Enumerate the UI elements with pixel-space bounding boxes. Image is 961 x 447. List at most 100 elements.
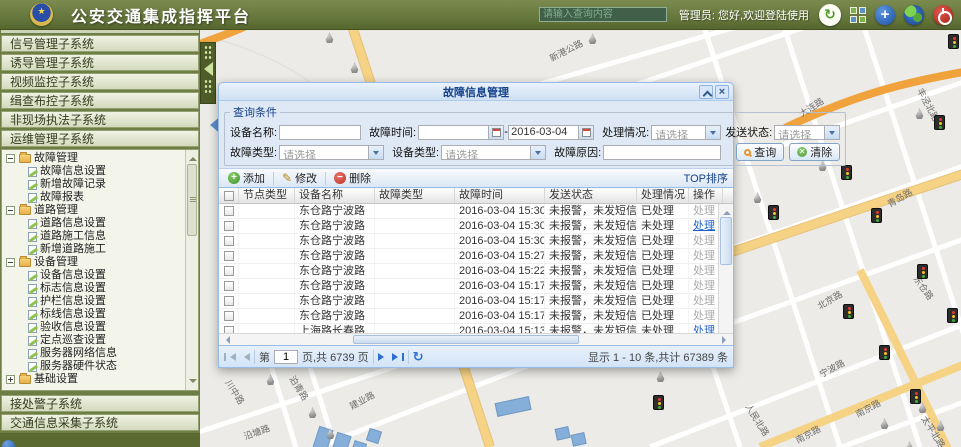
tree-leaf[interactable]: 服务器硬件状态 (2, 360, 184, 373)
traffic-signal-icon[interactable] (879, 345, 890, 360)
device-name-input[interactable] (279, 125, 361, 140)
prev-page-button[interactable] (240, 353, 250, 361)
sidebar-item-4[interactable]: 非现场执法子系统 (1, 111, 199, 128)
chevron-down-icon[interactable] (530, 146, 545, 159)
scroll-left-icon[interactable] (222, 336, 230, 344)
traffic-signal-icon[interactable] (934, 115, 945, 130)
grid-vertical-scrollbar[interactable] (718, 204, 733, 345)
table-row[interactable]: 东仓路宁波路2016-03-04 15:17:01未报警，未发短信已处理处理 (219, 279, 733, 294)
next-page-button[interactable] (378, 353, 388, 361)
tree-leaf[interactable]: 道路信息设置 (2, 217, 184, 230)
table-row[interactable]: 东仓路宁波路2016-03-04 15:17:01未报警，未发短信已处理处理 (219, 309, 733, 324)
vscroll-thumb[interactable] (720, 217, 732, 265)
handle-action-link[interactable]: 处理 (693, 220, 715, 232)
handle-action-link[interactable]: 处理 (693, 325, 715, 333)
fault-time-to-field[interactable] (508, 125, 594, 140)
sidebar-item-1[interactable]: 诱导管理子系统 (1, 54, 199, 71)
tree-leaf[interactable]: 道路施工信息 (2, 230, 184, 243)
traffic-signal-icon[interactable] (917, 264, 928, 279)
refresh-icon[interactable]: ↻ (413, 350, 424, 363)
table-row[interactable]: 东仓路宁波路2016-03-04 15:30:00未报警，未发短信未处理处理 (219, 219, 733, 234)
modify-button[interactable]: ✎ 修改 (278, 169, 321, 187)
table-row[interactable]: 东仓路宁波路2016-03-04 15:17:01未报警，未发短信已处理处理 (219, 294, 733, 309)
chevron-down-icon[interactable] (824, 126, 839, 139)
tree-scroll-thumb[interactable] (187, 164, 197, 236)
tree-leaf[interactable]: 设备信息设置 (2, 269, 184, 282)
traffic-signal-icon[interactable] (768, 205, 779, 220)
column-header-4[interactable]: 发送状态 (545, 188, 637, 203)
collapse-toggle-icon[interactable] (6, 206, 15, 215)
row-checkbox[interactable] (224, 326, 234, 333)
search-button[interactable]: 查询 (736, 143, 784, 161)
hscroll-thumb[interactable] (353, 335, 579, 344)
row-checkbox[interactable] (224, 206, 234, 216)
first-page-button[interactable] (224, 353, 236, 361)
tree-leaf[interactable]: 定点巡查设置 (2, 334, 184, 347)
traffic-signal-icon[interactable] (841, 165, 852, 180)
tree-folder[interactable]: 故障管理 (2, 152, 184, 165)
tree-leaf[interactable]: 护栏信息设置 (2, 295, 184, 308)
column-header-1[interactable]: 设备名称 (295, 188, 375, 203)
sidebar-bottom-item-1[interactable]: 交通信息采集子系统 (1, 414, 199, 431)
scroll-up-icon[interactable] (189, 153, 197, 161)
tree-leaf[interactable]: 新增故障记录 (2, 178, 184, 191)
global-search-input[interactable] (539, 7, 667, 22)
scroll-right-icon[interactable] (722, 336, 730, 344)
handle-status-select[interactable]: 请选择 (651, 125, 721, 140)
tree-leaf[interactable]: 故障信息设置 (2, 165, 184, 178)
sidebar-collapse-handle[interactable] (200, 42, 216, 104)
column-header-0[interactable]: 节点类型 (239, 188, 295, 203)
sidebar-item-0[interactable]: 信号管理子系统 (1, 35, 199, 52)
clear-button[interactable]: ✕ 清除 (789, 143, 840, 161)
chevron-down-icon[interactable] (705, 126, 720, 139)
top-sort-link[interactable]: TOP排序 (684, 170, 728, 186)
row-checkbox[interactable] (224, 281, 234, 291)
column-header-5[interactable]: 处理情况 (637, 188, 689, 203)
calendar-icon[interactable] (488, 126, 503, 139)
row-checkbox[interactable] (224, 266, 234, 276)
row-checkbox[interactable] (224, 236, 234, 246)
tree-leaf[interactable]: 验收信息设置 (2, 321, 184, 334)
table-row[interactable]: 东仓路宁波路2016-03-04 15:22:50未报警，未发短信已处理处理 (219, 264, 733, 279)
row-checkbox[interactable] (224, 221, 234, 231)
column-header-6[interactable]: 操作 (689, 188, 723, 203)
tree-folder[interactable]: 基础设置 (2, 373, 184, 386)
recycle-icon[interactable]: ↻ (819, 4, 841, 26)
plus-icon[interactable]: + (875, 5, 895, 25)
collapse-toggle-icon[interactable] (6, 154, 15, 163)
row-checkbox[interactable] (224, 311, 234, 321)
sidebar-item-3[interactable]: 缉查布控子系统 (1, 92, 199, 109)
table-row[interactable]: 东仓路宁波路2016-03-04 15:30:00未报警，未发短信已处理处理 (219, 234, 733, 249)
row-checkbox[interactable] (224, 251, 234, 261)
send-status-select[interactable]: 请选择 (774, 125, 840, 140)
row-checkbox[interactable] (224, 296, 234, 306)
traffic-signal-icon[interactable] (843, 304, 854, 319)
table-row[interactable]: 上海路长春路2016-03-04 15:13:45未报警，未发短信未处理处理 (219, 324, 733, 333)
add-button[interactable]: + 添加 (224, 169, 269, 187)
sidebar-item-2[interactable]: 视频监控子系统 (1, 73, 199, 90)
power-icon[interactable] (933, 5, 953, 25)
corner-blue-icon[interactable] (2, 440, 15, 447)
tree-leaf[interactable]: 故障报表 (2, 191, 184, 204)
select-all-checkbox[interactable] (224, 191, 234, 201)
traffic-signal-icon[interactable] (871, 208, 882, 223)
expand-toggle-icon[interactable] (6, 375, 15, 384)
tree-leaf[interactable]: 新增道路施工 (2, 243, 184, 256)
globe-icon[interactable] (904, 5, 924, 25)
traffic-signal-icon[interactable] (910, 389, 921, 404)
fault-time-to-input[interactable] (509, 126, 578, 139)
grid-icon[interactable] (850, 7, 866, 23)
dialog-titlebar[interactable]: 故障信息管理 × (219, 83, 733, 101)
scroll-up-icon[interactable] (723, 207, 731, 215)
tree-leaf[interactable]: 服务器网络信息 (2, 347, 184, 360)
fault-type-select[interactable]: 请选择 (279, 145, 384, 160)
traffic-signal-icon[interactable] (947, 308, 958, 323)
page-number-input[interactable] (274, 350, 298, 364)
tree-scrollbar[interactable] (185, 150, 198, 390)
traffic-signal-icon[interactable] (653, 395, 664, 410)
table-row[interactable]: 东仓路宁波路2016-03-04 15:30:00未报警，未发短信已处理处理 (219, 204, 733, 219)
collapse-icon[interactable] (699, 85, 713, 99)
tree-folder[interactable]: 设备管理 (2, 256, 184, 269)
column-header-2[interactable]: 故障类型 (375, 188, 455, 203)
tree-folder[interactable]: 道路管理 (2, 204, 184, 217)
